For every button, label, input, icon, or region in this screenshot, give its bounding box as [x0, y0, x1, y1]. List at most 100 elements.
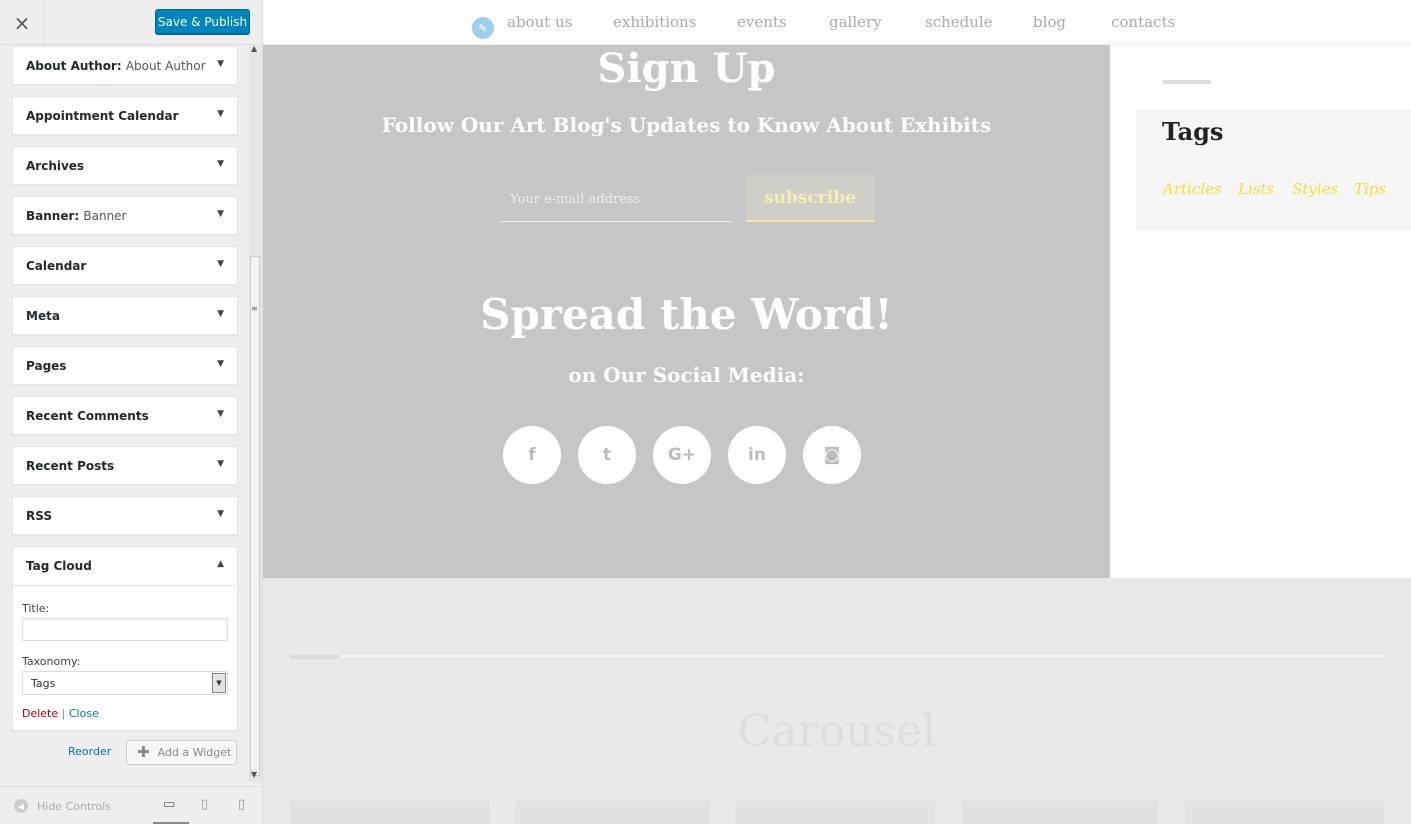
widget-title: Appointment Calendar: [26, 109, 179, 123]
scrollbar-thumb[interactable]: [250, 256, 260, 776]
signup-subtitle: Follow Our Art Blog's Updates to Know Ab…: [381, 113, 992, 137]
nav-about-us[interactable]: about us: [507, 13, 572, 31]
nav-events[interactable]: events: [737, 13, 787, 31]
carousel-image[interactable]: [515, 801, 710, 824]
caret-down-icon[interactable]: ▼: [217, 59, 224, 69]
carousel-image[interactable]: [735, 801, 935, 824]
facebook-icon[interactable]: f: [503, 426, 561, 484]
nav-contacts[interactable]: contacts: [1111, 13, 1175, 31]
subscribe-button[interactable]: subscribe: [746, 175, 874, 222]
close-icon[interactable]: ×: [0, 0, 45, 45]
caret-down-icon[interactable]: ▼: [217, 109, 224, 119]
mobile-preview-icon[interactable]: ▯: [238, 797, 245, 812]
widget-title: Archives: [26, 159, 85, 173]
linkedin-icon[interactable]: in: [728, 426, 786, 484]
caret-down-icon[interactable]: ▼: [217, 259, 224, 269]
tags-sidebar: Tags Articles Lists Styles Tips: [1110, 45, 1411, 578]
widget-actions: Delete | Close: [22, 707, 230, 720]
carousel-image[interactable]: [1185, 801, 1384, 824]
nav-schedule[interactable]: schedule: [925, 13, 993, 31]
hide-controls-button[interactable]: ◀ Hide Controls: [14, 799, 111, 813]
customizer-header: × Save & Publish: [0, 0, 262, 45]
save-publish-button[interactable]: Save & Publish: [155, 9, 250, 34]
widget-banner[interactable]: Banner: Banner ▼: [12, 196, 238, 235]
taxonomy-select[interactable]: Tags ▼: [22, 671, 228, 695]
divider: [1163, 80, 1211, 84]
sidebar-scrollbar[interactable]: ▲ ≡ ▼: [249, 44, 262, 782]
carousel-section: Carousel: [263, 578, 1411, 824]
caret-down-icon[interactable]: ▼: [217, 209, 224, 219]
caret-down-icon[interactable]: ▼: [217, 159, 224, 169]
widget-area-actions: Reorder ✚ Add a Widget: [68, 740, 238, 765]
tags-title: Tags: [1162, 117, 1224, 146]
divider: [290, 655, 1384, 657]
reorder-link[interactable]: Reorder: [68, 745, 111, 758]
taxonomy-label: Taxonomy:: [22, 655, 81, 668]
close-link[interactable]: Close: [69, 707, 99, 720]
scroll-up-icon[interactable]: ▲: [251, 44, 257, 53]
available-widgets-list: About Author: About Author ▼ Appointment…: [12, 46, 238, 742]
widget-recent-posts[interactable]: Recent Posts ▼: [12, 446, 238, 485]
caret-down-icon[interactable]: ▼: [217, 309, 224, 319]
carousel-image[interactable]: [290, 801, 490, 824]
widget-title: Recent Posts: [26, 459, 115, 473]
widget-appointment-calendar[interactable]: Appointment Calendar ▼: [12, 96, 238, 135]
instagram-icon[interactable]: ◙: [803, 426, 861, 484]
dropdown-arrow-icon[interactable]: ▼: [212, 673, 226, 693]
widget-rss[interactable]: RSS ▼: [12, 496, 238, 535]
top-navigation: ✎ about us exhibitions events gallery sc…: [263, 0, 1411, 45]
nav-exhibitions[interactable]: exhibitions: [613, 13, 696, 31]
tablet-preview-icon[interactable]: ▯: [201, 797, 208, 812]
pencil-edit-icon[interactable]: ✎: [472, 17, 494, 39]
widget-form: Title: Taxonomy: Tags ▼ Delete | Close: [22, 602, 230, 720]
tag-link[interactable]: Lists: [1238, 180, 1274, 198]
widget-title: About Author: About Author: [26, 59, 206, 73]
title-label: Title:: [22, 602, 50, 615]
tag-link[interactable]: Articles: [1163, 180, 1222, 198]
google-plus-icon[interactable]: G+: [653, 426, 711, 484]
tags-widget: Tags Articles Lists Styles Tips: [1136, 110, 1411, 230]
twitter-icon[interactable]: t: [578, 426, 636, 484]
widget-title: RSS: [26, 509, 52, 523]
caret-down-icon[interactable]: ▼: [217, 359, 224, 369]
widget-archives[interactable]: Archives ▼: [12, 146, 238, 185]
delete-link[interactable]: Delete: [22, 707, 58, 720]
caret-down-icon[interactable]: ▼: [217, 459, 224, 469]
widget-recent-comments[interactable]: Recent Comments ▼: [12, 396, 238, 435]
add-widget-label: Add a Widget: [157, 746, 232, 759]
separator: |: [61, 707, 66, 720]
collapse-icon: ◀: [14, 799, 28, 813]
taxonomy-value: Tags: [31, 677, 56, 690]
plus-icon: ✚: [137, 743, 150, 761]
site-preview: ✎ about us exhibitions events gallery sc…: [263, 0, 1411, 824]
caret-down-icon[interactable]: ▼: [217, 509, 224, 519]
tag-link[interactable]: Styles: [1292, 180, 1338, 198]
widget-calendar[interactable]: Calendar ▼: [12, 246, 238, 285]
email-input[interactable]: Your e-mail address: [500, 175, 732, 222]
signup-title: Sign Up: [597, 45, 776, 92]
nav-gallery[interactable]: gallery: [829, 13, 882, 31]
widget-title: Meta: [26, 309, 60, 323]
widget-about-author[interactable]: About Author: About Author ▼: [12, 46, 238, 85]
divider-accent: [290, 655, 339, 659]
widget-title: Banner: Banner: [26, 209, 127, 223]
widget-meta[interactable]: Meta ▼: [12, 296, 238, 335]
caret-down-icon[interactable]: ▼: [217, 409, 224, 419]
widget-title: Tag Cloud: [26, 559, 92, 573]
social-subtitle: on Our Social Media:: [568, 363, 805, 387]
spread-title: Spread the Word!: [480, 290, 893, 339]
scroll-down-icon[interactable]: ▼: [251, 770, 257, 779]
hide-controls-label: Hide Controls: [37, 799, 112, 813]
desktop-preview-icon[interactable]: ▭: [163, 797, 175, 812]
nav-blog[interactable]: blog: [1033, 13, 1066, 31]
tag-link[interactable]: Tips: [1354, 180, 1386, 198]
widget-tag-cloud-header[interactable]: Tag Cloud ▲: [13, 547, 237, 586]
widget-pages[interactable]: Pages ▼: [12, 346, 238, 385]
carousel-image[interactable]: [962, 801, 1158, 824]
widget-title: Pages: [26, 359, 67, 373]
customizer-sidebar: × Save & Publish About Author: About Aut…: [0, 0, 263, 824]
carousel-title: Carousel: [737, 706, 937, 757]
title-input[interactable]: [22, 618, 228, 641]
add-widget-button[interactable]: ✚ Add a Widget: [126, 740, 237, 765]
caret-up-icon[interactable]: ▲: [217, 559, 224, 569]
